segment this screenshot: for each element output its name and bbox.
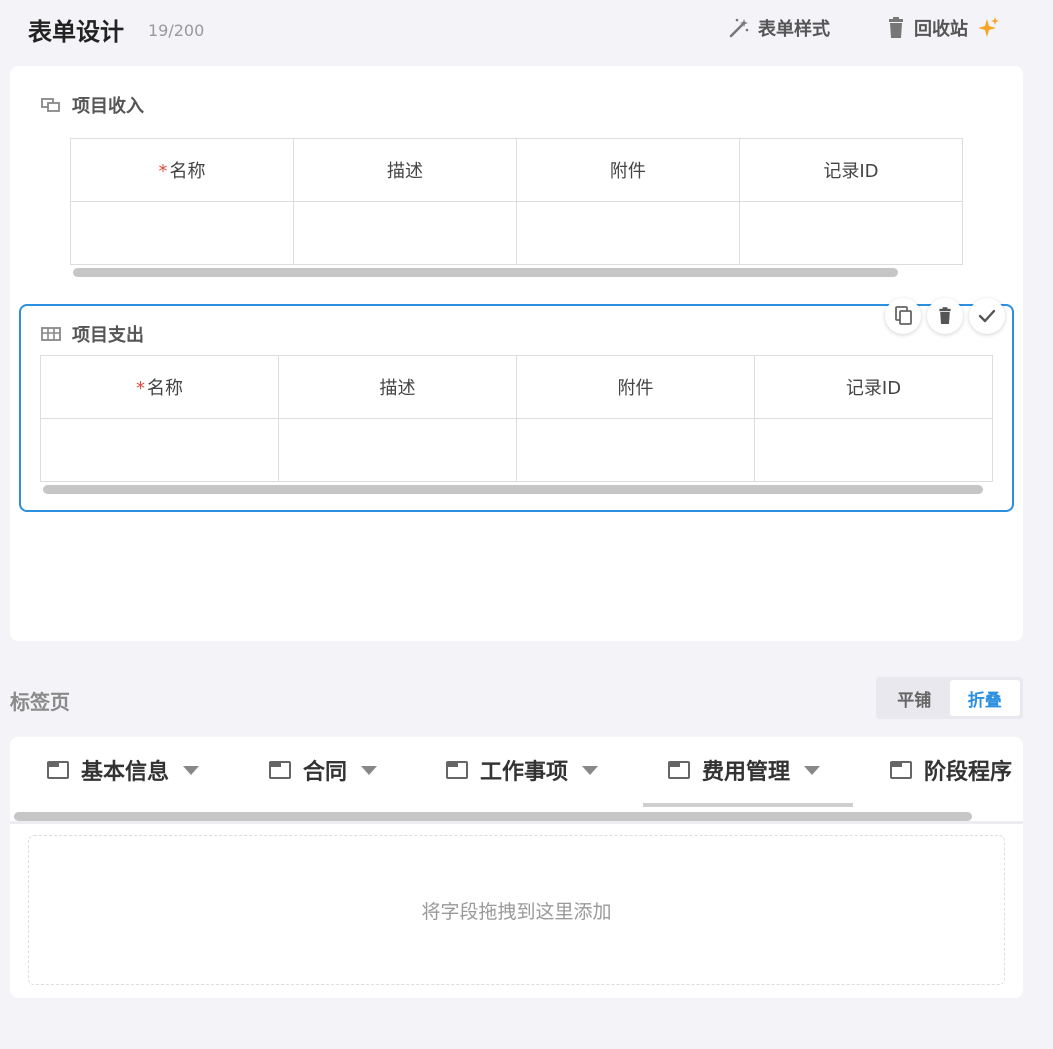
check-icon	[978, 309, 996, 323]
copy-field-button[interactable]	[885, 298, 921, 334]
tab-icon	[668, 761, 690, 779]
tab-icon	[47, 761, 69, 779]
confirm-field-button[interactable]	[969, 298, 1005, 334]
tab-bar: 基本信息 合同 工作事项 费用管理 阶段程序	[10, 737, 1023, 817]
table-cell	[515, 201, 740, 265]
table-cell	[277, 418, 517, 482]
column-header[interactable]: 记录ID	[738, 138, 963, 202]
table-cell	[738, 201, 963, 265]
column-header[interactable]: 记录ID	[753, 355, 993, 419]
tab-contract[interactable]: 合同	[269, 755, 378, 785]
chevron-down-icon[interactable]	[361, 765, 378, 775]
column-header-label: 名称	[146, 378, 183, 399]
active-tab-indicator	[643, 803, 853, 807]
column-header[interactable]: * 名称	[70, 138, 294, 202]
trash-icon	[939, 307, 951, 324]
chevron-down-icon[interactable]	[804, 765, 821, 775]
tab-label: 工作事项	[480, 760, 569, 785]
tab-label: 基本信息	[81, 760, 170, 785]
chevron-down-icon[interactable]	[183, 765, 200, 775]
column-header[interactable]: 附件	[515, 355, 755, 419]
subtable-expense[interactable]: * 名称 描述 附件 记录ID	[40, 355, 993, 483]
divider	[10, 821, 1023, 824]
column-header[interactable]: * 名称	[40, 355, 279, 419]
magic-wand-icon	[729, 18, 749, 38]
field-count: 19/200	[148, 21, 205, 40]
tab-cost-management[interactable]: 费用管理	[668, 755, 821, 785]
sparkle-icon	[978, 17, 999, 37]
tab-label: 合同	[303, 760, 348, 785]
column-header[interactable]: 附件	[515, 138, 740, 202]
tab-container-card: 基本信息 合同 工作事项 费用管理 阶段程序 将字段拖拽到这里添加	[10, 737, 1023, 998]
field-drop-zone[interactable]: 将字段拖拽到这里添加	[28, 835, 1005, 985]
delete-field-button[interactable]	[927, 298, 963, 334]
page-title: 表单设计	[28, 18, 124, 46]
form-designer-header: 表单设计 19/200 表单样式 回收站	[0, 0, 1053, 60]
recycle-bin-label: 回收站	[914, 19, 968, 40]
horizontal-scrollbar[interactable]	[73, 268, 898, 277]
chevron-down-icon[interactable]	[582, 765, 599, 775]
subtable-income-title[interactable]: 项目收入	[40, 92, 144, 118]
tab-stage-procedure[interactable]: 阶段程序	[890, 755, 1012, 785]
tab-label: 费用管理	[702, 760, 791, 785]
tab-icon	[890, 761, 912, 779]
recycle-bin-button[interactable]: 回收站	[886, 15, 1000, 41]
tab-icon	[269, 761, 291, 779]
tab-mode-switch: 平铺 折叠	[876, 677, 1023, 719]
table-cell	[753, 418, 993, 482]
column-header[interactable]: 描述	[292, 138, 517, 202]
copy-icon	[895, 306, 912, 325]
table-cell	[40, 418, 279, 482]
trash-icon	[889, 17, 903, 38]
subtable-expense-title[interactable]: 项目支出	[40, 321, 144, 347]
subtable-expense-label: 项目支出	[72, 325, 144, 346]
tab-icon	[446, 761, 468, 779]
table-cell	[70, 201, 294, 265]
table-icon	[41, 327, 61, 341]
column-header[interactable]: 描述	[277, 355, 517, 419]
horizontal-scrollbar[interactable]	[43, 485, 983, 494]
horizontal-scrollbar[interactable]	[14, 812, 972, 821]
column-header-label: 名称	[169, 161, 206, 182]
subtable-income-label: 项目收入	[72, 96, 144, 117]
drop-hint-text: 将字段拖拽到这里添加	[421, 900, 612, 923]
form-style-label: 表单样式	[758, 19, 830, 40]
required-mark: *	[158, 161, 168, 182]
tab-label: 阶段程序	[924, 760, 1013, 785]
table-cell	[292, 201, 517, 265]
tab-work-items[interactable]: 工作事项	[446, 755, 599, 785]
form-style-button[interactable]: 表单样式	[728, 15, 830, 41]
required-mark: *	[135, 378, 145, 399]
tab-section-label: 标签页	[10, 690, 70, 714]
mode-tile-option[interactable]: 平铺	[879, 680, 950, 716]
tab-basic-info[interactable]: 基本信息	[47, 755, 200, 785]
subform-icon	[41, 98, 60, 112]
mode-collapse-option[interactable]: 折叠	[949, 680, 1020, 716]
subtable-income[interactable]: * 名称 描述 附件 记录ID	[70, 138, 963, 266]
table-cell	[515, 418, 755, 482]
